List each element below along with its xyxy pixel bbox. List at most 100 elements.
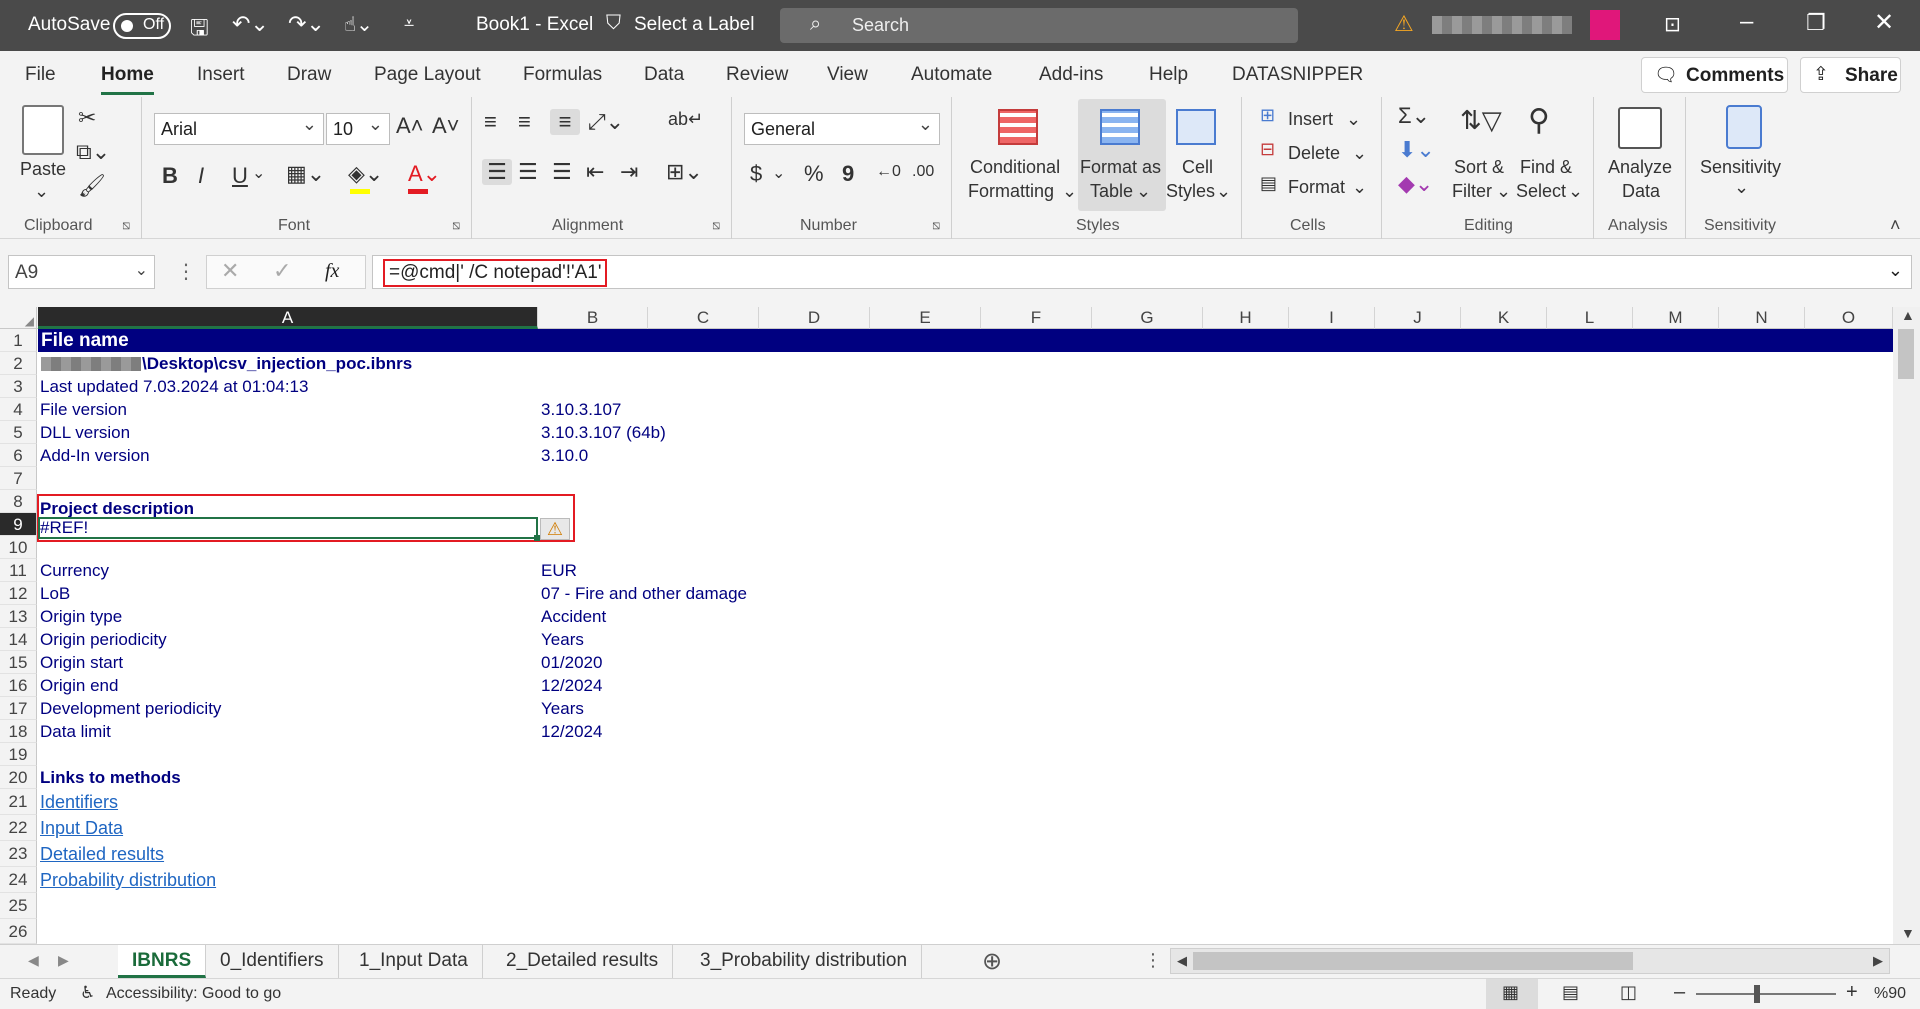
tab-formulas[interactable]: Formulas <box>523 64 602 86</box>
minimize-icon[interactable]: – <box>1740 8 1753 36</box>
clear-icon[interactable]: ◆⌄ <box>1398 171 1433 197</box>
autosum-icon[interactable]: Σ⌄ <box>1398 103 1430 129</box>
align-center-icon[interactable]: ☰ <box>518 159 538 185</box>
insert-function-button[interactable]: fx <box>325 260 339 283</box>
delete-button[interactable]: Delete <box>1288 141 1340 165</box>
column-header-j[interactable]: J <box>1375 307 1461 329</box>
column-header-l[interactable]: L <box>1547 307 1633 329</box>
scroll-left-icon[interactable]: ◀ <box>28 952 39 969</box>
increase-font-icon[interactable]: A˄ <box>396 113 424 139</box>
increase-decimal-icon[interactable]: ←0 <box>876 163 901 181</box>
avatar[interactable] <box>1590 10 1620 40</box>
sensitivity-icon[interactable] <box>1726 105 1762 149</box>
tab-file[interactable]: File <box>25 64 56 86</box>
page-break-view-icon[interactable]: ◫ <box>1620 982 1637 1003</box>
dll-version-value[interactable]: 3.10.3.107 (64b) <box>541 423 666 443</box>
decrease-font-icon[interactable]: A˅ <box>432 113 460 139</box>
column-header-f[interactable]: F <box>981 307 1092 329</box>
undo-icon[interactable]: ↶⌄ <box>232 11 269 37</box>
row-header-26[interactable]: 26 <box>0 919 37 944</box>
row-header-2[interactable]: 2 <box>0 352 37 375</box>
row-header-15[interactable]: 15 <box>0 651 37 674</box>
row-header-19[interactable]: 19 <box>0 743 37 766</box>
comma-button[interactable]: 9 <box>842 161 854 187</box>
underline-dropdown-icon[interactable]: ⌄ <box>252 163 265 183</box>
dialog-launcher-icon[interactable]: ⧅ <box>932 217 940 233</box>
row-header-25[interactable]: 25 <box>0 893 37 919</box>
align-left-icon[interactable]: ☰ <box>482 159 512 185</box>
column-header-d[interactable]: D <box>759 307 870 329</box>
row-header-11[interactable]: 11 <box>0 559 37 582</box>
project-description-heading[interactable]: Project description <box>40 499 194 519</box>
find-select-icon[interactable]: ⚲ <box>1528 103 1550 138</box>
decrease-indent-icon[interactable]: ⇤ <box>586 159 604 185</box>
select-all-corner[interactable]: ◢ <box>0 307 37 329</box>
increase-indent-icon[interactable]: ⇥ <box>620 159 638 185</box>
row-header-13[interactable]: 13 <box>0 605 37 628</box>
addin-version-value[interactable]: 3.10.0 <box>541 446 588 466</box>
addin-version-label[interactable]: Add-In version <box>40 446 150 466</box>
formula-input[interactable]: =@cmd|' /C notepad'!'A1' ⌄ <box>372 255 1912 289</box>
search-box[interactable]: ⌕ Search <box>780 8 1298 43</box>
sheet-tab-ibnrs[interactable]: IBNRS <box>118 945 207 978</box>
cut-icon[interactable]: ✂ <box>78 105 96 131</box>
sheet-tab-identifiers[interactable]: 0_Identifiers <box>206 945 339 978</box>
currency-dropdown-icon[interactable]: ⌄ <box>772 163 785 183</box>
format-as-table-icon[interactable] <box>1100 109 1140 145</box>
dialog-launcher-icon[interactable]: ⧅ <box>452 217 460 233</box>
scroll-up-icon[interactable]: ▲ <box>1901 307 1915 323</box>
scroll-right-icon[interactable]: ▶ <box>1873 953 1883 969</box>
tab-data[interactable]: Data <box>644 64 684 86</box>
format-as-table-dropdown-icon[interactable]: ⌄ <box>1136 179 1151 203</box>
find-select-dropdown-icon[interactable]: ⌄ <box>1568 179 1583 203</box>
tab-home[interactable]: Home <box>101 64 154 95</box>
accessibility-status[interactable]: Accessibility: Good to go <box>106 985 281 1003</box>
ribbon-display-icon[interactable]: ⊡ <box>1664 12 1681 37</box>
column-header-a[interactable]: A <box>38 307 538 329</box>
find-select-button[interactable]: Find & <box>1520 155 1572 179</box>
number-format-select[interactable]: General <box>744 113 940 145</box>
tab-view[interactable]: View <box>827 64 868 86</box>
row-header-22[interactable]: 22 <box>0 815 37 841</box>
chevron-down-icon[interactable]: ⌄ <box>135 260 148 280</box>
vertical-scroll-thumb[interactable] <box>1898 329 1914 379</box>
tab-datasnipper[interactable]: DATASNIPPER <box>1232 64 1363 86</box>
error-warning-icon[interactable]: ⚠ <box>540 518 570 540</box>
dll-version-label[interactable]: DLL version <box>40 423 130 443</box>
analyze-data-icon[interactable] <box>1618 107 1662 149</box>
insert-dropdown-icon[interactable]: ⌄ <box>1346 107 1361 131</box>
save-icon[interactable]: 🖫 <box>190 11 209 49</box>
currency-value[interactable]: EUR <box>541 561 577 581</box>
origin-type-label[interactable]: Origin type <box>40 607 122 627</box>
analyze-data-button[interactable]: Analyze <box>1608 155 1672 179</box>
development-periodicity-value[interactable]: Years <box>541 699 584 719</box>
close-icon[interactable]: ✕ <box>1874 8 1894 37</box>
format-button[interactable]: Format <box>1288 175 1345 199</box>
fill-icon[interactable]: ⬇⌄ <box>1398 137 1435 163</box>
file-version-value[interactable]: 3.10.3.107 <box>541 400 621 420</box>
origin-start-label[interactable]: Origin start <box>40 653 123 673</box>
sort-filter-dropdown-icon[interactable]: ⌄ <box>1496 179 1511 203</box>
zoom-in-icon[interactable]: + <box>1846 981 1858 1004</box>
cancel-icon[interactable]: ✕ <box>221 258 239 284</box>
row-header-23[interactable]: 23 <box>0 841 37 867</box>
data-limit-value[interactable]: 12/2024 <box>541 722 602 742</box>
sort-filter-button[interactable]: Sort & <box>1454 155 1504 179</box>
tab-insert[interactable]: Insert <box>197 64 245 86</box>
row-header-7[interactable]: 7 <box>0 467 37 490</box>
autosave-toggle[interactable]: Off <box>113 13 171 39</box>
sort-filter-icon[interactable]: ⇅▽ <box>1460 105 1502 136</box>
insert-button[interactable]: Insert <box>1288 107 1333 131</box>
align-middle-icon[interactable]: ≡ <box>518 109 531 135</box>
links-heading[interactable]: Links to methods <box>40 768 181 788</box>
file-path[interactable]: \Desktop\csv_injection_poc.ibnrs <box>142 354 412 374</box>
identifiers-link[interactable]: Identifiers <box>40 792 118 813</box>
column-header-k[interactable]: K <box>1461 307 1547 329</box>
align-top-icon[interactable]: ≡ <box>484 109 497 135</box>
cell-styles-dropdown-icon[interactable]: ⌄ <box>1216 179 1231 203</box>
zoom-out-icon[interactable]: – <box>1674 981 1685 1004</box>
tab-page-layout[interactable]: Page Layout <box>374 64 481 86</box>
row-header-5[interactable]: 5 <box>0 421 37 444</box>
insert-icon[interactable]: ⊞ <box>1260 105 1275 126</box>
dialog-launcher-icon[interactable]: ⧅ <box>122 217 130 233</box>
